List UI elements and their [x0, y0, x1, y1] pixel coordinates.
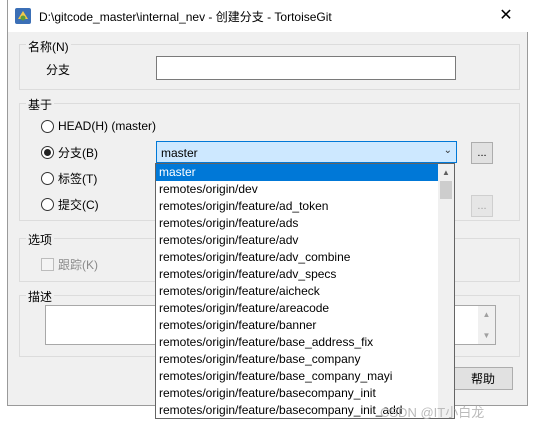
radio-selected-dot: [44, 149, 51, 156]
help-button[interactable]: 帮助: [453, 367, 513, 390]
dropdown-item[interactable]: remotes/origin/feature/basecompany_init: [156, 385, 439, 402]
branch-name-input[interactable]: [156, 56, 456, 80]
options-group-label: 选项: [26, 231, 55, 248]
dropdown-item[interactable]: remotes/origin/feature/adv_combine: [156, 249, 439, 266]
branch-combo-value: master: [161, 146, 198, 160]
tortoisegit-icon: [15, 8, 31, 24]
dropdown-item[interactable]: master: [156, 164, 439, 181]
radio-commit[interactable]: 提交(C): [41, 196, 99, 213]
scrollbar-thumb[interactable]: [440, 181, 452, 199]
radio-tag-circle: [41, 172, 54, 185]
dropdown-item[interactable]: remotes/origin/feature/aicheck: [156, 283, 439, 300]
dropdown-item[interactable]: remotes/origin/feature/areacode: [156, 300, 439, 317]
dropdown-item[interactable]: remotes/origin/feature/base_address_fix: [156, 334, 439, 351]
description-group-label: 描述: [26, 288, 55, 305]
description-scrollbar[interactable]: ▲ ▼: [478, 306, 495, 344]
track-checkbox-box: [41, 258, 54, 271]
watermark: CSDN @IT小白龙: [380, 405, 485, 420]
close-icon: ✕: [499, 7, 513, 24]
dropdown-item[interactable]: remotes/origin/feature/ads: [156, 215, 439, 232]
radio-tag[interactable]: 标签(T): [41, 170, 97, 187]
dropdown-item[interactable]: remotes/origin/feature/adv: [156, 232, 439, 249]
dropdown-item[interactable]: remotes/origin/feature/base_company_mayi: [156, 368, 439, 385]
track-checkbox[interactable]: 跟踪(K): [41, 256, 98, 273]
browse-commit-button[interactable]: ...: [471, 195, 493, 217]
dropdown-item[interactable]: remotes/origin/feature/adv_specs: [156, 266, 439, 283]
scroll-up-icon[interactable]: ▲: [438, 164, 454, 180]
dropdown-item[interactable]: remotes/origin/feature/ad_token: [156, 198, 439, 215]
track-checkbox-label: 跟踪(K): [58, 258, 98, 272]
window-title: D:\gitcode_master\internal_nev - 创建分支 - …: [39, 10, 332, 24]
base-group-label: 基于: [26, 96, 55, 113]
radio-branch[interactable]: 分支(B): [41, 144, 98, 161]
branch-dropdown-list[interactable]: master remotes/origin/dev remotes/origin/f…: [155, 163, 455, 419]
radio-branch-circle: [41, 146, 54, 159]
branch-name-label: 分支: [46, 63, 71, 77]
scroll-up-icon[interactable]: ▲: [478, 306, 495, 323]
name-group-label: 名称(N): [26, 38, 71, 55]
radio-commit-label: 提交(C): [58, 198, 99, 212]
close-button[interactable]: ✕: [483, 0, 529, 30]
radio-head-circle: [41, 119, 54, 133]
dropdown-scrollbar[interactable]: ▲: [438, 164, 454, 418]
dropdown-items: master remotes/origin/dev remotes/origin/f…: [156, 164, 454, 418]
dropdown-item[interactable]: remotes/origin/feature/banner: [156, 317, 439, 334]
dropdown-item[interactable]: remotes/origin/feature/base_company: [156, 351, 439, 368]
branch-combo[interactable]: master ⌄: [156, 141, 457, 163]
title-bar: D:\gitcode_master\internal_nev - 创建分支 - …: [8, 0, 529, 32]
scroll-down-icon[interactable]: ▼: [478, 327, 495, 344]
radio-head[interactable]: HEAD(H) (master): [41, 119, 156, 133]
radio-branch-label: 分支(B): [58, 146, 98, 160]
dropdown-item[interactable]: remotes/origin/dev: [156, 181, 439, 198]
radio-tag-label: 标签(T): [58, 172, 98, 186]
radio-head-label: HEAD(H) (master): [58, 119, 156, 133]
radio-commit-circle: [41, 198, 54, 211]
chevron-down-icon: ⌄: [443, 145, 452, 156]
browse-branch-button[interactable]: ...: [471, 142, 493, 164]
